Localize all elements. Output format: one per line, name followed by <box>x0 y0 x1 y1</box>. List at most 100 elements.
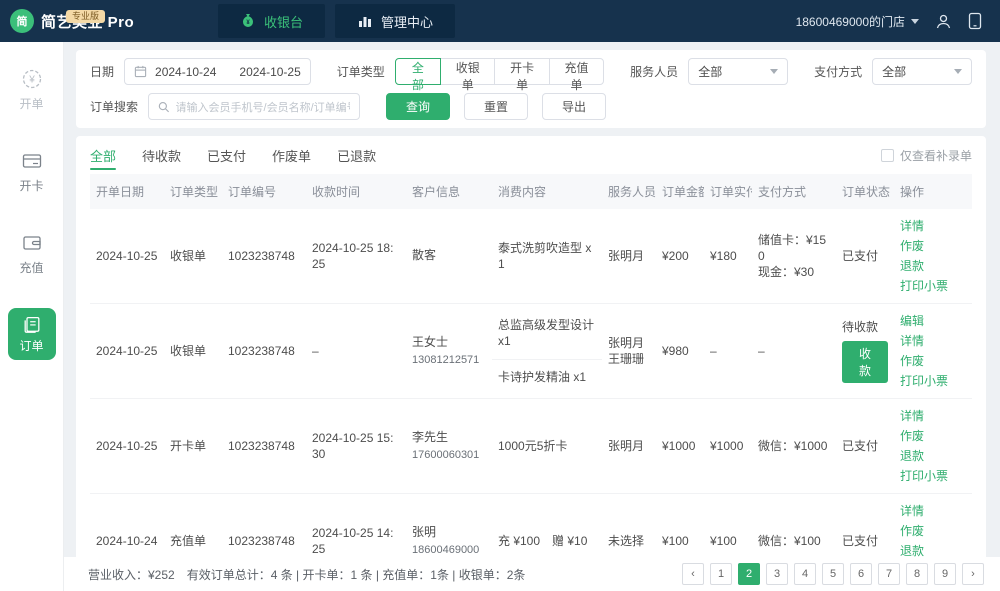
chevron-down-icon <box>770 69 778 74</box>
order-type-option-1[interactable]: 收银单 <box>440 58 495 85</box>
page-button-2[interactable]: 2 <box>738 563 760 585</box>
store-selector[interactable]: 18600469000的门店 <box>796 13 919 30</box>
sidebar-item-open-card[interactable]: 开卡 <box>8 144 56 200</box>
order-type-option-3[interactable]: 充值单 <box>549 58 604 85</box>
payment-select[interactable]: 全部 <box>872 58 972 85</box>
cell-amount: ¥980 <box>656 304 704 399</box>
checkbox-label: 仅查看补录单 <box>900 147 972 164</box>
cell-order-no: 1023238748 <box>222 209 306 304</box>
date-start-value: 2024-10-24 <box>155 65 216 79</box>
staff-name: 张明月 <box>608 248 650 264</box>
page-button-4[interactable]: 4 <box>794 563 816 585</box>
column-header-10: 订单状态 <box>836 174 894 209</box>
order-search-input[interactable]: 请输入会员手机号/会员名称/订单编号 <box>148 93 360 120</box>
cell-staff: 张明月 <box>602 209 656 304</box>
op-link[interactable]: 打印小票 <box>900 276 948 296</box>
op-link[interactable]: 详情 <box>900 501 924 521</box>
staff-name: 张明月 <box>608 438 650 454</box>
op-link[interactable]: 打印小票 <box>900 371 948 391</box>
nav-management[interactable]: 管理中心 <box>335 4 455 38</box>
column-header-1: 订单类型 <box>164 174 222 209</box>
op-link[interactable]: 作废 <box>900 236 924 256</box>
pay-method-line: 储值卡：¥150 <box>758 232 830 264</box>
revenue-summary: 营业收入：¥252 有效订单总计：4 条 | 开卡单：1 条 | 充值单：1条 … <box>88 566 525 583</box>
column-header-3: 收款时间 <box>306 174 406 209</box>
sidebar-item-label: 开卡 <box>19 177 43 194</box>
header-row: 开单日期订单类型订单编号收款时间客户信息消费内容服务人员订单金额订单实付支付方式… <box>90 174 972 209</box>
wallet-icon <box>21 232 43 254</box>
status-text: 已支付 <box>842 533 888 549</box>
op-link[interactable]: 退款 <box>900 446 924 466</box>
page-button-6[interactable]: 6 <box>850 563 872 585</box>
cell-order-no: 1023238748 <box>222 399 306 494</box>
page-button-7[interactable]: 7 <box>878 563 900 585</box>
tab-status-4[interactable]: 已退款 <box>337 136 376 174</box>
cell-paid: ¥180 <box>704 209 752 304</box>
mobile-device-icon[interactable] <box>968 12 982 30</box>
op-link[interactable]: 详情 <box>900 216 924 236</box>
date-label: 日期 <box>90 63 114 80</box>
op-link[interactable]: 退款 <box>900 256 924 276</box>
tab-status-2[interactable]: 已支付 <box>207 136 246 174</box>
card-icon <box>21 150 43 172</box>
op-link[interactable]: 作废 <box>900 426 924 446</box>
reset-button[interactable]: 重置 <box>464 93 528 120</box>
staff-select[interactable]: 全部 <box>688 58 788 85</box>
sidebar-item-open-order[interactable]: ¥ 开单 <box>8 62 56 118</box>
user-icon[interactable] <box>935 13 952 30</box>
cell-pay-time: 2024-10-25 15:30 <box>306 399 406 494</box>
sidebar-item-recharge[interactable]: 充值 <box>8 226 56 282</box>
sidebar-item-orders[interactable]: 订单 <box>8 308 56 360</box>
order-type-option-0[interactable]: 全部 <box>395 58 441 85</box>
op-link[interactable]: 打印小票 <box>900 466 948 486</box>
cell-consume-items: 总监高级发型设计 x1卡诗护发精油 x1 <box>492 304 602 399</box>
op-link[interactable]: 作废 <box>900 351 924 371</box>
op-link[interactable]: 编辑 <box>900 311 924 331</box>
order-type-option-2[interactable]: 开卡单 <box>494 58 549 85</box>
column-header-7: 订单金额 <box>656 174 704 209</box>
prev-page-button[interactable]: ‹ <box>682 563 704 585</box>
app-logo-icon: 简 <box>10 9 34 33</box>
table-row: 2024-10-25 收银单 1023238748 2024-10-25 18:… <box>90 209 972 304</box>
receive-payment-button[interactable]: 收款 <box>842 341 888 383</box>
svg-text:¥: ¥ <box>28 75 35 86</box>
next-page-button[interactable]: › <box>962 563 984 585</box>
page-button-1[interactable]: 1 <box>710 563 732 585</box>
op-link[interactable]: 作废 <box>900 521 924 541</box>
page-button-8[interactable]: 8 <box>906 563 928 585</box>
order-type-group: 全部收银单开卡单充值单 <box>395 58 604 85</box>
cell-staff: 张明月王珊珊 <box>602 304 656 399</box>
supplementary-only-checkbox[interactable]: 仅查看补录单 <box>881 147 972 164</box>
column-header-6: 服务人员 <box>602 174 656 209</box>
staff-name: 张明月 <box>608 335 650 351</box>
status-text: 已支付 <box>842 248 888 264</box>
column-header-2: 订单编号 <box>222 174 306 209</box>
pay-method-line: – <box>758 343 830 359</box>
op-link[interactable]: 详情 <box>900 406 924 426</box>
query-button[interactable]: 查询 <box>386 93 450 120</box>
staff-name: 王珊珊 <box>608 351 650 367</box>
date-range-input[interactable]: 2024-10-24 2024-10-25 <box>124 58 311 85</box>
tab-status-1[interactable]: 待收款 <box>142 136 181 174</box>
yuan-circle-icon: ¥ <box>21 68 43 90</box>
page-button-3[interactable]: 3 <box>766 563 788 585</box>
consume-item: 卡诗护发精油 x1 <box>492 359 602 394</box>
page-button-9[interactable]: 9 <box>934 563 956 585</box>
nav-cashier[interactable]: ¥ 收银台 <box>218 4 325 38</box>
nav-cashier-label: 收银台 <box>264 12 303 31</box>
footer-bar: 营业收入：¥252 有效订单总计：4 条 | 开卡单：1 条 | 充值单：1条 … <box>64 557 1000 591</box>
op-link[interactable]: 详情 <box>900 331 924 351</box>
cell-order-no: 1023238748 <box>222 304 306 399</box>
page-button-5[interactable]: 5 <box>822 563 844 585</box>
table-row: 2024-10-25 开卡单 1023238748 2024-10-25 15:… <box>90 399 972 494</box>
orders-table: 开单日期订单类型订单编号收款时间客户信息消费内容服务人员订单金额订单实付支付方式… <box>90 174 972 591</box>
cell-status: 待收款收款 <box>836 304 894 399</box>
tab-status-0[interactable]: 全部 <box>90 136 116 174</box>
orders-table-body: 2024-10-25 收银单 1023238748 2024-10-25 18:… <box>90 209 972 591</box>
cell-status: 已支付 <box>836 209 894 304</box>
export-button[interactable]: 导出 <box>542 93 606 120</box>
top-header: 简 简艺美业 Pro 专业版 ¥ 收银台 管理中心 18600469000的门店 <box>0 0 1000 42</box>
staff-name: 未选择 <box>608 533 650 549</box>
top-nav: ¥ 收银台 管理中心 <box>218 0 455 42</box>
tab-status-3[interactable]: 作废单 <box>272 136 311 174</box>
